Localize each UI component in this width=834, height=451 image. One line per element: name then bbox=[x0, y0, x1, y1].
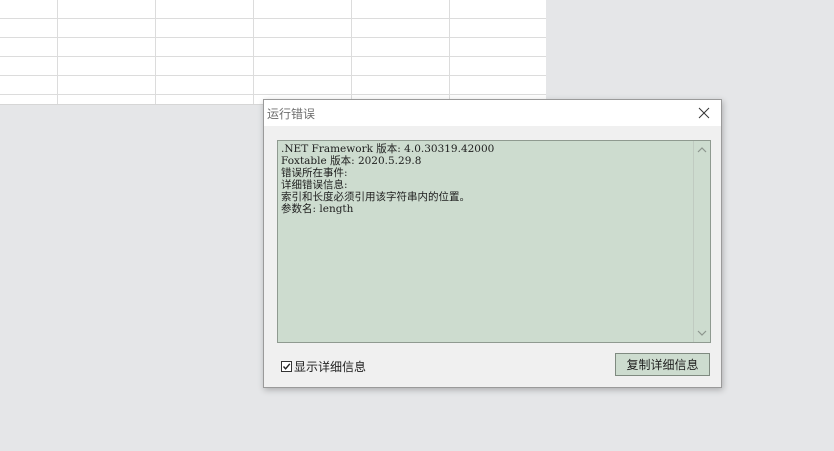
show-details-label: 显示详细信息 bbox=[294, 359, 367, 374]
detail-line-error-message: 索引和长度必须引用该字符串内的位置。 bbox=[281, 191, 470, 203]
show-details-checkbox-row[interactable]: 显示详细信息 bbox=[281, 358, 366, 374]
show-details-checkbox[interactable] bbox=[281, 360, 292, 372]
detail-line-framework-version: .NET Framework 版本: 4.0.30319.42000 bbox=[281, 143, 495, 155]
scroll-down-arrow-icon[interactable] bbox=[697, 329, 707, 337]
error-details-text: .NET Framework 版本: 4.0.30319.42000 Foxta… bbox=[281, 143, 689, 215]
detail-line-error-info-header: 详细错误信息: bbox=[281, 179, 348, 191]
close-icon bbox=[698, 107, 710, 119]
detail-line-error-event: 错误所在事件: bbox=[281, 167, 348, 179]
dialog-titlebar[interactable]: 运行错误 bbox=[264, 100, 721, 126]
vertical-scrollbar[interactable] bbox=[693, 141, 710, 342]
detail-line-parameter-name: 参数名: length bbox=[281, 203, 354, 215]
dialog-title: 运行错误 bbox=[267, 107, 316, 121]
close-button[interactable] bbox=[689, 100, 719, 126]
error-dialog: 运行错误 .NET Framework 版本: 4.0.30319.42000 … bbox=[263, 99, 722, 388]
checkmark-icon bbox=[282, 362, 291, 370]
detail-line-foxtable-version: Foxtable 版本: 2020.5.29.8 bbox=[281, 155, 422, 167]
background-spreadsheet bbox=[0, 0, 546, 105]
scroll-up-arrow-icon[interactable] bbox=[697, 146, 707, 154]
copy-details-button[interactable]: 复制详细信息 bbox=[615, 353, 710, 376]
spreadsheet-rows bbox=[0, 0, 546, 104]
spreadsheet-grid bbox=[0, 0, 546, 104]
error-details-textbox[interactable]: .NET Framework 版本: 4.0.30319.42000 Foxta… bbox=[277, 140, 711, 343]
